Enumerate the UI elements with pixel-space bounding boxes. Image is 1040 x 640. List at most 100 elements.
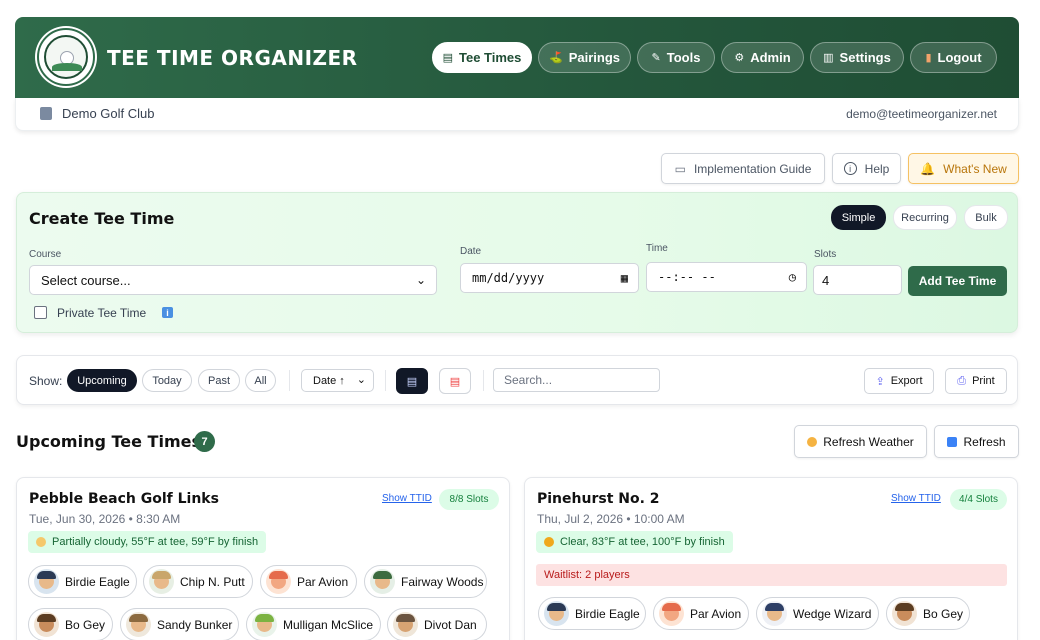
weather-badge: Clear, 83°F at tee, 100°F by finish — [536, 531, 733, 553]
nav-admin[interactable]: ⚙ Admin — [721, 42, 804, 73]
avatar — [266, 569, 291, 594]
bell-icon: 🔔 — [920, 161, 936, 176]
player-chip[interactable]: Par Avion — [260, 565, 357, 598]
avatar — [393, 612, 418, 637]
player-name: Bo Gey — [65, 617, 106, 632]
refresh-icon — [947, 436, 958, 447]
player-chip[interactable]: Sandy Bunker — [120, 608, 239, 640]
date-label: Date — [460, 246, 482, 257]
tee-time-card[interactable]: Pinehurst No. 2 Thu, Jul 2, 2026 • 10:00… — [524, 477, 1018, 640]
refresh-label: Refresh — [963, 434, 1006, 449]
course-name: Pinehurst No. 2 — [537, 491, 660, 507]
nav-pairings[interactable]: ⛳ Pairings — [538, 42, 631, 73]
time-input[interactable]: --:-- -- ◷ — [646, 262, 807, 292]
slots-input[interactable]: 4 — [813, 265, 902, 295]
club-info: Demo Golf Club — [40, 106, 154, 121]
date-input[interactable]: mm/dd/yyyy ▦ — [460, 263, 639, 293]
whats-new-button[interactable]: 🔔 What's New — [908, 153, 1019, 184]
help-label: Help — [864, 161, 890, 176]
whats-new-label: What's New — [943, 161, 1007, 176]
nav-logout[interactable]: ▮ Logout — [910, 42, 997, 73]
nav-label: Logout — [937, 50, 982, 65]
player-chip[interactable]: Mulligan McSlice — [246, 608, 381, 640]
print-label: Print — [972, 375, 995, 387]
tee-time-card[interactable]: Pebble Beach Golf Links Tue, Jun 30, 202… — [16, 477, 510, 640]
sort-select[interactable]: Date ↑ ⌄ — [301, 369, 374, 392]
private-tee-time-checkbox[interactable] — [34, 306, 47, 319]
gear-icon: ⚙ — [734, 52, 745, 64]
mode-bulk[interactable]: Bulk — [964, 205, 1008, 230]
search-input[interactable]: Search... — [493, 368, 660, 392]
tee-datetime: Thu, Jul 2, 2026 • 10:00 AM — [537, 512, 685, 526]
filter-past[interactable]: Past — [198, 369, 240, 392]
show-ttid-link[interactable]: Show TTID — [382, 493, 432, 504]
player-chip[interactable]: Birdie Eagle — [28, 565, 137, 598]
slots-badge: 4/4 Slots — [950, 489, 1007, 510]
filter-all[interactable]: All — [245, 369, 276, 392]
export-icon: ⇪ — [875, 375, 885, 388]
book-icon: ▭ — [674, 161, 686, 176]
player-name: Sandy Bunker — [157, 617, 233, 632]
count-badge: 7 — [194, 431, 215, 452]
slots-value: 4 — [822, 272, 830, 288]
mode-simple[interactable]: Simple — [831, 205, 886, 230]
info-icon[interactable]: i — [162, 307, 173, 318]
player-chip[interactable]: Divot Dan — [387, 608, 487, 640]
player-chip[interactable]: Wedge Wizard — [756, 597, 879, 630]
course-value: Select course... — [41, 272, 131, 288]
nav-label: Tee Times — [459, 50, 522, 65]
help-button[interactable]: i Help — [832, 153, 901, 184]
weather-icon — [807, 436, 818, 447]
player-name: Fairway Woods — [401, 574, 484, 589]
course-label: Course — [29, 249, 62, 260]
weather-text: Partially cloudy, 55°F at tee, 59°F by f… — [52, 536, 259, 548]
player-chip[interactable]: Chip N. Putt — [143, 565, 253, 598]
export-button[interactable]: ⇪ Export — [864, 368, 934, 394]
golf-flag-icon: ⛳ — [549, 52, 563, 64]
divider — [483, 370, 484, 391]
list-view-button[interactable]: ▤ — [439, 368, 471, 394]
app-header: TEE TIME ORGANIZER ▤ Tee Times ⛳ Pairing… — [15, 17, 1019, 98]
private-tee-time-label: Private Tee Time — [57, 306, 147, 320]
filter-today[interactable]: Today — [142, 369, 192, 392]
logo[interactable] — [37, 28, 95, 86]
course-name: Pebble Beach Golf Links — [29, 491, 219, 507]
nav-label: Tools — [666, 50, 701, 65]
show-ttid-link[interactable]: Show TTID — [891, 493, 941, 504]
club-name: Demo Golf Club — [62, 106, 155, 121]
player-chip[interactable]: Bo Gey — [886, 597, 970, 630]
avatar — [544, 601, 569, 626]
avatar — [892, 601, 917, 626]
nav-settings[interactable]: ▥ Settings — [810, 42, 904, 73]
page: TEE TIME ORGANIZER ▤ Tee Times ⛳ Pairing… — [0, 0, 1040, 640]
course-select[interactable]: Select course... ⌄ — [29, 265, 437, 295]
player-name: Birdie Eagle — [65, 574, 130, 589]
print-button[interactable]: ⎙ Print — [945, 368, 1007, 394]
sun-icon — [544, 537, 554, 547]
filter-upcoming[interactable]: Upcoming — [67, 369, 137, 392]
player-chip[interactable]: Birdie Eagle — [538, 597, 646, 630]
guide-label: Implementation Guide — [693, 161, 812, 176]
avatar — [34, 612, 59, 637]
player-chip[interactable]: Bo Gey — [28, 608, 113, 640]
add-tee-time-button[interactable]: Add Tee Time — [908, 266, 1007, 296]
nav-tee-times[interactable]: ▤ Tee Times — [432, 42, 532, 73]
sort-value: Date ↑ — [313, 374, 345, 387]
player-chip[interactable]: Fairway Woods — [364, 565, 487, 598]
player-name: Birdie Eagle — [575, 606, 640, 621]
avatar — [370, 569, 395, 594]
building-icon: ▥ — [823, 52, 834, 64]
card-view-button[interactable]: ▤ — [396, 368, 428, 394]
export-label: Export — [890, 375, 923, 387]
refresh-button[interactable]: Refresh — [934, 425, 1019, 458]
tools-icon: ✎ — [651, 52, 661, 64]
implementation-guide-button[interactable]: ▭ Implementation Guide — [661, 153, 825, 184]
mode-recurring[interactable]: Recurring — [893, 205, 957, 230]
player-name: Bo Gey — [923, 606, 964, 621]
printer-icon: ⎙ — [957, 374, 967, 387]
player-name: Chip N. Putt — [180, 574, 245, 589]
refresh-weather-button[interactable]: Refresh Weather — [794, 425, 927, 458]
nav-tools[interactable]: ✎ Tools — [637, 42, 715, 73]
tee-datetime: Tue, Jun 30, 2026 • 8:30 AM — [29, 512, 181, 526]
player-chip[interactable]: Par Avion — [653, 597, 749, 630]
